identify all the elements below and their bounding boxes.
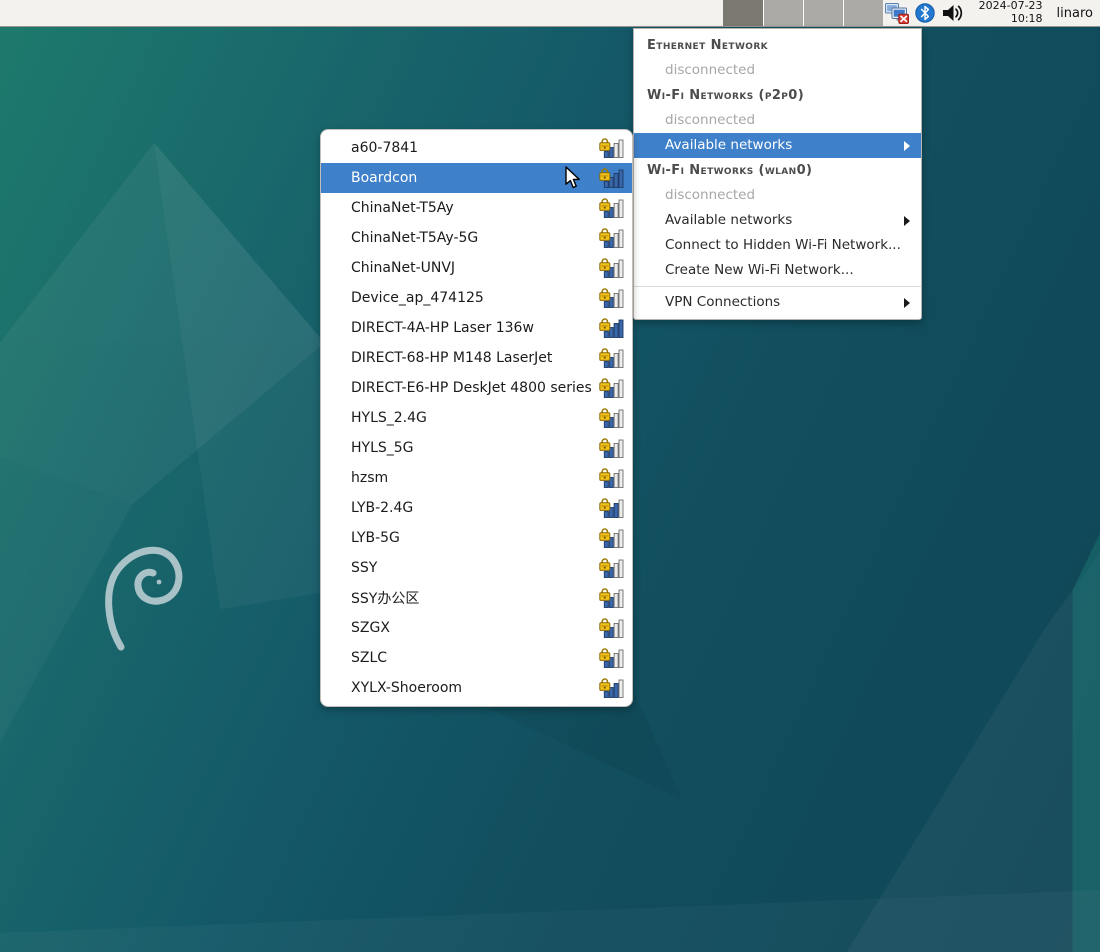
available-networks-submenu: a60-7841 Boardcon ChinaNet-T5Ay ChinaNet… bbox=[320, 129, 633, 707]
menu-separator bbox=[634, 286, 921, 287]
wifi-signal-lock-icon bbox=[599, 406, 624, 430]
username-label: linaro bbox=[1057, 6, 1093, 21]
wifi-network-item[interactable]: SZGX bbox=[321, 613, 632, 643]
clock-date: 2024-07-23 bbox=[979, 0, 1043, 12]
menu-item-vpn-connections[interactable]: VPN Connections bbox=[634, 290, 921, 315]
system-tray: 2024-07-23 10:18 linaro bbox=[884, 0, 1100, 26]
clock[interactable]: 2024-07-23 10:18 bbox=[979, 0, 1043, 25]
wifi-network-item[interactable]: Device_ap_474125 bbox=[321, 283, 632, 313]
wifi-network-name: XYLX-Shoeroom bbox=[351, 680, 599, 696]
clock-time: 10:18 bbox=[1011, 12, 1043, 25]
wifi-signal-lock-icon bbox=[599, 586, 624, 610]
wifi-network-item[interactable]: LYB-2.4G bbox=[321, 493, 632, 523]
wifi-signal-lock-icon bbox=[599, 526, 624, 550]
volume-icon[interactable] bbox=[941, 3, 965, 23]
wifi-network-item[interactable]: HYLS_2.4G bbox=[321, 403, 632, 433]
wifi-network-name: LYB-5G bbox=[351, 530, 599, 546]
menu-item-create-new-wi-fi-network[interactable]: Create New Wi-Fi Network... bbox=[634, 258, 921, 283]
wifi-signal-lock-icon bbox=[599, 166, 624, 190]
wifi-signal-lock-icon bbox=[599, 316, 624, 340]
wifi-network-name: hzsm bbox=[351, 470, 599, 486]
wifi-network-name: SZLC bbox=[351, 650, 599, 666]
wifi-network-item[interactable]: Boardcon bbox=[321, 163, 632, 193]
wifi-network-name: LYB-2.4G bbox=[351, 500, 599, 516]
wifi-network-name: ChinaNet-T5Ay-5G bbox=[351, 230, 599, 246]
menu-item-available-networks[interactable]: Available networks bbox=[634, 133, 921, 158]
wifi-network-name: HYLS_5G bbox=[351, 440, 599, 456]
wifi-signal-lock-icon bbox=[599, 136, 624, 160]
wifi-network-item[interactable]: hzsm bbox=[321, 463, 632, 493]
wifi-network-name: ChinaNet-T5Ay bbox=[351, 200, 599, 216]
wifi-signal-lock-icon bbox=[599, 556, 624, 580]
wifi-network-item[interactable]: SSY bbox=[321, 553, 632, 583]
wifi-signal-lock-icon bbox=[599, 436, 624, 460]
menu-section-header: Wi-Fi Networks (p2p0) bbox=[634, 83, 921, 108]
workspace-pager[interactable] bbox=[723, 0, 883, 26]
wifi-network-item[interactable]: ChinaNet-T5Ay-5G bbox=[321, 223, 632, 253]
wifi-network-item[interactable]: XYLX-Shoeroom bbox=[321, 673, 632, 703]
wifi-network-item[interactable]: SZLC bbox=[321, 643, 632, 673]
wifi-signal-lock-icon bbox=[599, 256, 624, 280]
menu-item-disabled: disconnected bbox=[634, 108, 921, 133]
wifi-network-name: SZGX bbox=[351, 620, 599, 636]
wifi-signal-lock-icon bbox=[599, 496, 624, 520]
submenu-arrow-icon bbox=[904, 141, 910, 151]
wifi-network-item[interactable]: DIRECT-4A-HP Laser 136w bbox=[321, 313, 632, 343]
wifi-network-item[interactable]: ChinaNet-UNVJ bbox=[321, 253, 632, 283]
network-manager-menu: Ethernet NetworkdisconnectedWi-Fi Networ… bbox=[633, 28, 922, 320]
wifi-network-name: DIRECT-4A-HP Laser 136w bbox=[351, 320, 599, 336]
menu-section-header: Ethernet Network bbox=[634, 33, 921, 58]
wifi-network-item[interactable]: DIRECT-68-HP M148 LaserJet bbox=[321, 343, 632, 373]
wifi-signal-lock-icon bbox=[599, 646, 624, 670]
wifi-network-item[interactable]: SSY办公区 bbox=[321, 583, 632, 613]
wifi-signal-lock-icon bbox=[599, 676, 624, 700]
menu-section-header: Wi-Fi Networks (wlan0) bbox=[634, 158, 921, 183]
bluetooth-icon[interactable] bbox=[915, 3, 935, 23]
wifi-network-item[interactable]: DIRECT-E6-HP DeskJet 4800 series bbox=[321, 373, 632, 403]
menu-item-disabled: disconnected bbox=[634, 58, 921, 83]
submenu-arrow-icon bbox=[904, 216, 910, 226]
submenu-arrow-icon bbox=[904, 298, 910, 308]
wifi-network-item[interactable]: ChinaNet-T5Ay bbox=[321, 193, 632, 223]
wifi-network-name: a60-7841 bbox=[351, 140, 599, 156]
wifi-network-name: SSY办公区 bbox=[351, 588, 599, 608]
workspace-4[interactable] bbox=[843, 0, 883, 26]
wifi-network-item[interactable]: a60-7841 bbox=[321, 133, 632, 163]
wifi-signal-lock-icon bbox=[599, 376, 624, 400]
wifi-network-item[interactable]: LYB-5G bbox=[321, 523, 632, 553]
wifi-network-name: Device_ap_474125 bbox=[351, 290, 599, 306]
wifi-network-name: ChinaNet-UNVJ bbox=[351, 260, 599, 276]
network-offline-icon[interactable] bbox=[884, 2, 910, 24]
wifi-network-name: DIRECT-68-HP M148 LaserJet bbox=[351, 350, 599, 366]
wifi-signal-lock-icon bbox=[599, 226, 624, 250]
workspace-1[interactable] bbox=[723, 0, 763, 26]
wifi-signal-lock-icon bbox=[599, 616, 624, 640]
wifi-signal-lock-icon bbox=[599, 196, 624, 220]
wifi-signal-lock-icon bbox=[599, 346, 624, 370]
wifi-network-item[interactable]: HYLS_5G bbox=[321, 433, 632, 463]
wifi-network-name: Boardcon bbox=[351, 170, 599, 186]
menu-item-disabled: disconnected bbox=[634, 183, 921, 208]
wifi-signal-lock-icon bbox=[599, 286, 624, 310]
workspace-2[interactable] bbox=[763, 0, 803, 26]
workspace-3[interactable] bbox=[803, 0, 843, 26]
top-panel: 2024-07-23 10:18 linaro bbox=[0, 0, 1100, 27]
menu-item-available-networks[interactable]: Available networks bbox=[634, 208, 921, 233]
menu-item-connect-to-hidden-wi-fi-network[interactable]: Connect to Hidden Wi-Fi Network... bbox=[634, 233, 921, 258]
wifi-network-name: SSY bbox=[351, 560, 599, 576]
wifi-signal-lock-icon bbox=[599, 466, 624, 490]
wifi-network-name: DIRECT-E6-HP DeskJet 4800 series bbox=[351, 380, 599, 396]
debian-swirl-logo bbox=[101, 540, 185, 656]
wifi-network-name: HYLS_2.4G bbox=[351, 410, 599, 426]
